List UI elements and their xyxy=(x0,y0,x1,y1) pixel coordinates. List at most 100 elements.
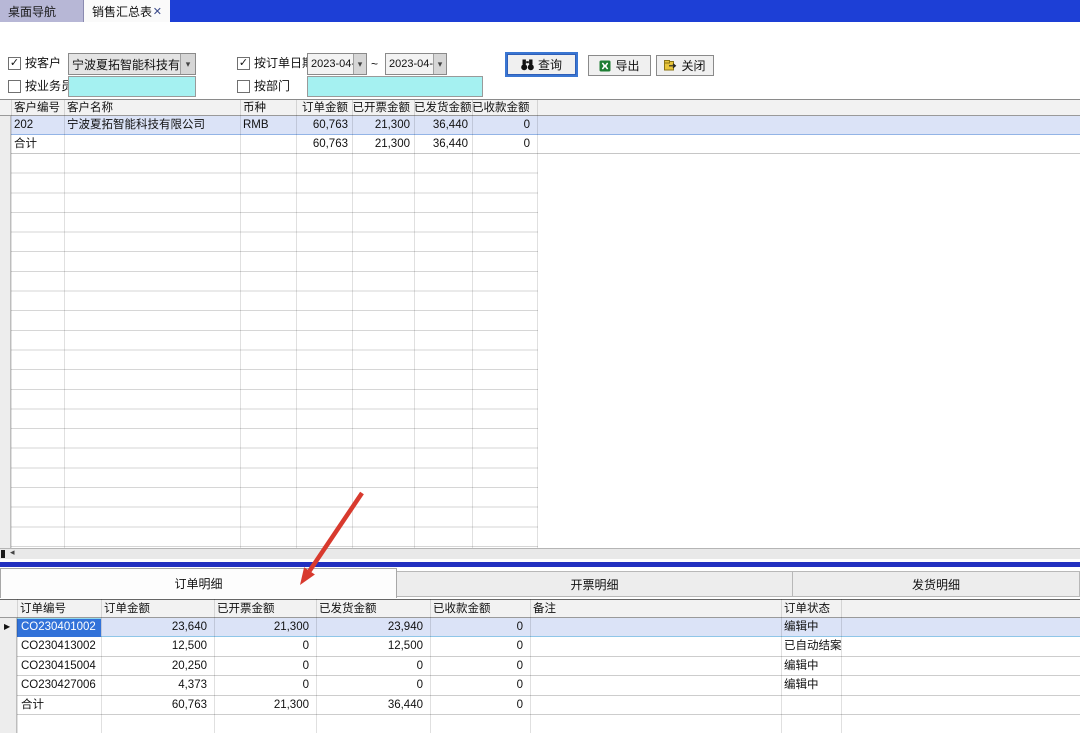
column-header-customer-id[interactable]: 客户编号 xyxy=(14,101,60,115)
shipped-amount: 36,440 xyxy=(414,118,468,133)
chevron-down-icon[interactable]: ▾ xyxy=(353,54,366,74)
column-header-invoiced-amount[interactable]: 已开票金额 xyxy=(352,101,410,115)
close-button-label: 关闭 xyxy=(681,57,705,74)
grid-line xyxy=(430,599,431,733)
date-range-separator: ~ xyxy=(371,57,378,71)
grid-line xyxy=(11,100,12,548)
tab-desktop-navigation[interactable]: 桌面导航 xyxy=(0,0,84,22)
summary-table-empty-rows xyxy=(0,154,538,548)
grid-line xyxy=(17,599,18,733)
tab-shipment-details[interactable]: 发货明细 xyxy=(792,571,1080,597)
order-amount: 20,250 xyxy=(101,659,207,674)
shipped-amount: 36,440 xyxy=(316,698,423,713)
grid-line xyxy=(537,100,538,548)
export-button[interactable]: 导出 xyxy=(588,55,651,76)
column-header-order-no[interactable]: 订单编号 xyxy=(20,602,66,616)
column-header-order-amount[interactable]: 订单金额 xyxy=(104,602,150,616)
order-no-cell-selected[interactable]: CO230401002 xyxy=(17,618,101,637)
shipped-amount: 12,500 xyxy=(316,639,423,654)
grid-line xyxy=(101,599,102,733)
detail-table-total-row[interactable]: 合计 60,763 21,300 36,440 0 xyxy=(0,696,1080,715)
column-header-currency[interactable]: 币种 xyxy=(243,101,266,115)
chevron-down-icon[interactable]: ▾ xyxy=(433,54,446,74)
detail-table-row[interactable]: CO230413002 12,500 0 12,500 0 已自动结案 xyxy=(0,637,1080,656)
department-input[interactable] xyxy=(307,76,483,97)
close-icon[interactable]: ✕ xyxy=(153,5,162,18)
splitter-handle[interactable] xyxy=(1,550,5,558)
grid-line xyxy=(296,100,297,548)
column-header-customer-name[interactable]: 客户名称 xyxy=(67,101,113,115)
invoiced-amount: 0 xyxy=(214,659,309,674)
column-header-shipped-amount[interactable]: 已发货金额 xyxy=(414,101,468,115)
summary-table-row-selected[interactable]: 202 宁波夏拓智能科技有限公司 RMB 60,763 21,300 36,44… xyxy=(0,116,1080,135)
shipped-amount: 0 xyxy=(316,678,423,693)
invoiced-amount: 21,300 xyxy=(352,118,410,133)
close-button[interactable]: 关闭 xyxy=(656,55,714,76)
summary-table-total-row[interactable]: 合计 60,763 21,300 36,440 0 xyxy=(0,135,1080,154)
tab-label: 销售汇总表 xyxy=(92,3,152,20)
column-header-received-amount[interactable]: 已收款金额 xyxy=(433,602,491,616)
total-label: 合计 xyxy=(14,137,37,152)
tab-label: 订单明细 xyxy=(174,575,222,592)
query-button[interactable]: 查询 xyxy=(507,54,576,75)
received-amount: 0 xyxy=(430,698,523,713)
excel-icon xyxy=(599,60,611,72)
tab-sales-summary[interactable]: 销售汇总表 ✕ xyxy=(84,0,170,22)
by-salesperson-checkbox[interactable] xyxy=(8,80,21,93)
column-header-invoiced-amount[interactable]: 已开票金额 xyxy=(217,602,275,616)
detail-table-row[interactable]: CO230427006 4,373 0 0 0 编辑中 xyxy=(0,676,1080,695)
tab-invoice-details[interactable]: 开票明细 xyxy=(396,571,793,597)
detail-table-row[interactable]: CO230415004 20,250 0 0 0 编辑中 xyxy=(0,657,1080,676)
by-order-date-checkbox[interactable]: ✓ xyxy=(237,57,250,70)
grid-line xyxy=(64,100,65,548)
grid-line xyxy=(214,599,215,733)
order-amount: 4,373 xyxy=(101,678,207,693)
scroll-left-icon[interactable]: ◂ xyxy=(10,547,15,558)
horizontal-scrollbar[interactable]: ◂ xyxy=(0,548,1080,559)
detail-table-row-selected[interactable]: CO230401002 23,640 21,300 23,940 0 编辑中 xyxy=(0,618,1080,637)
order-amount: 60,763 xyxy=(101,698,207,713)
grid-line xyxy=(472,100,473,548)
customer-select-value: 宁波夏拓智能科技有限公 xyxy=(69,56,180,73)
date-to-picker[interactable]: 2023-04-29 ▾ xyxy=(385,53,447,75)
row-indicator-column xyxy=(0,116,11,548)
received-amount: 0 xyxy=(430,659,523,674)
customer-id: 202 xyxy=(14,118,33,133)
order-no: CO230415004 xyxy=(21,659,96,674)
salesperson-input[interactable] xyxy=(68,76,196,97)
invoiced-amount: 21,300 xyxy=(214,698,309,713)
summary-table-header: 客户编号 客户名称 币种 订单金额 已开票金额 已发货金额 已收款金额 xyxy=(0,99,1080,116)
grid-line xyxy=(841,599,842,733)
date-to-value: 2023-04-29 xyxy=(386,58,433,70)
order-amount: 60,763 xyxy=(296,137,348,152)
tab-label: 发货明细 xyxy=(912,576,960,593)
column-header-shipped-amount[interactable]: 已发货金额 xyxy=(319,602,377,616)
currency: RMB xyxy=(243,118,269,133)
invoiced-amount: 21,300 xyxy=(352,137,410,152)
customer-name: 宁波夏拓智能科技有限公司 xyxy=(67,118,205,133)
order-status: 编辑中 xyxy=(784,620,819,635)
customer-select[interactable]: 宁波夏拓智能科技有限公 ▾ xyxy=(68,53,196,75)
invoiced-amount: 0 xyxy=(214,678,309,693)
column-header-order-amount[interactable]: 订单金额 xyxy=(296,101,348,115)
column-header-order-status[interactable]: 订单状态 xyxy=(784,602,830,616)
grid-line xyxy=(316,599,317,733)
by-department-checkbox[interactable] xyxy=(237,80,250,93)
by-department-label: 按部门 xyxy=(254,79,290,94)
detail-table-header: 订单编号 订单金额 已开票金额 已发货金额 已收款金额 备注 订单状态 xyxy=(0,599,1080,618)
order-amount: 60,763 xyxy=(296,118,348,133)
grid-line xyxy=(530,599,531,733)
date-from-picker[interactable]: 2023-04-01 ▾ xyxy=(307,53,367,75)
window-tab-bar: 桌面导航 销售汇总表 ✕ xyxy=(0,0,1080,22)
chevron-down-icon[interactable]: ▾ xyxy=(180,54,195,74)
order-no: CO230427006 xyxy=(21,678,96,693)
column-header-received-amount[interactable]: 已收款金额 xyxy=(472,101,524,115)
tab-order-details[interactable]: 订单明细 xyxy=(0,568,397,598)
by-customer-checkbox[interactable]: ✓ xyxy=(8,57,21,70)
by-order-date-label: 按订单日期 xyxy=(254,56,314,71)
received-amount: 0 xyxy=(472,118,530,133)
detail-tab-strip: 订单明细 开票明细 发货明细 xyxy=(0,567,1080,598)
column-header-remark[interactable]: 备注 xyxy=(533,602,556,616)
order-status: 已自动结案 xyxy=(784,639,842,654)
grid-line xyxy=(240,100,241,548)
